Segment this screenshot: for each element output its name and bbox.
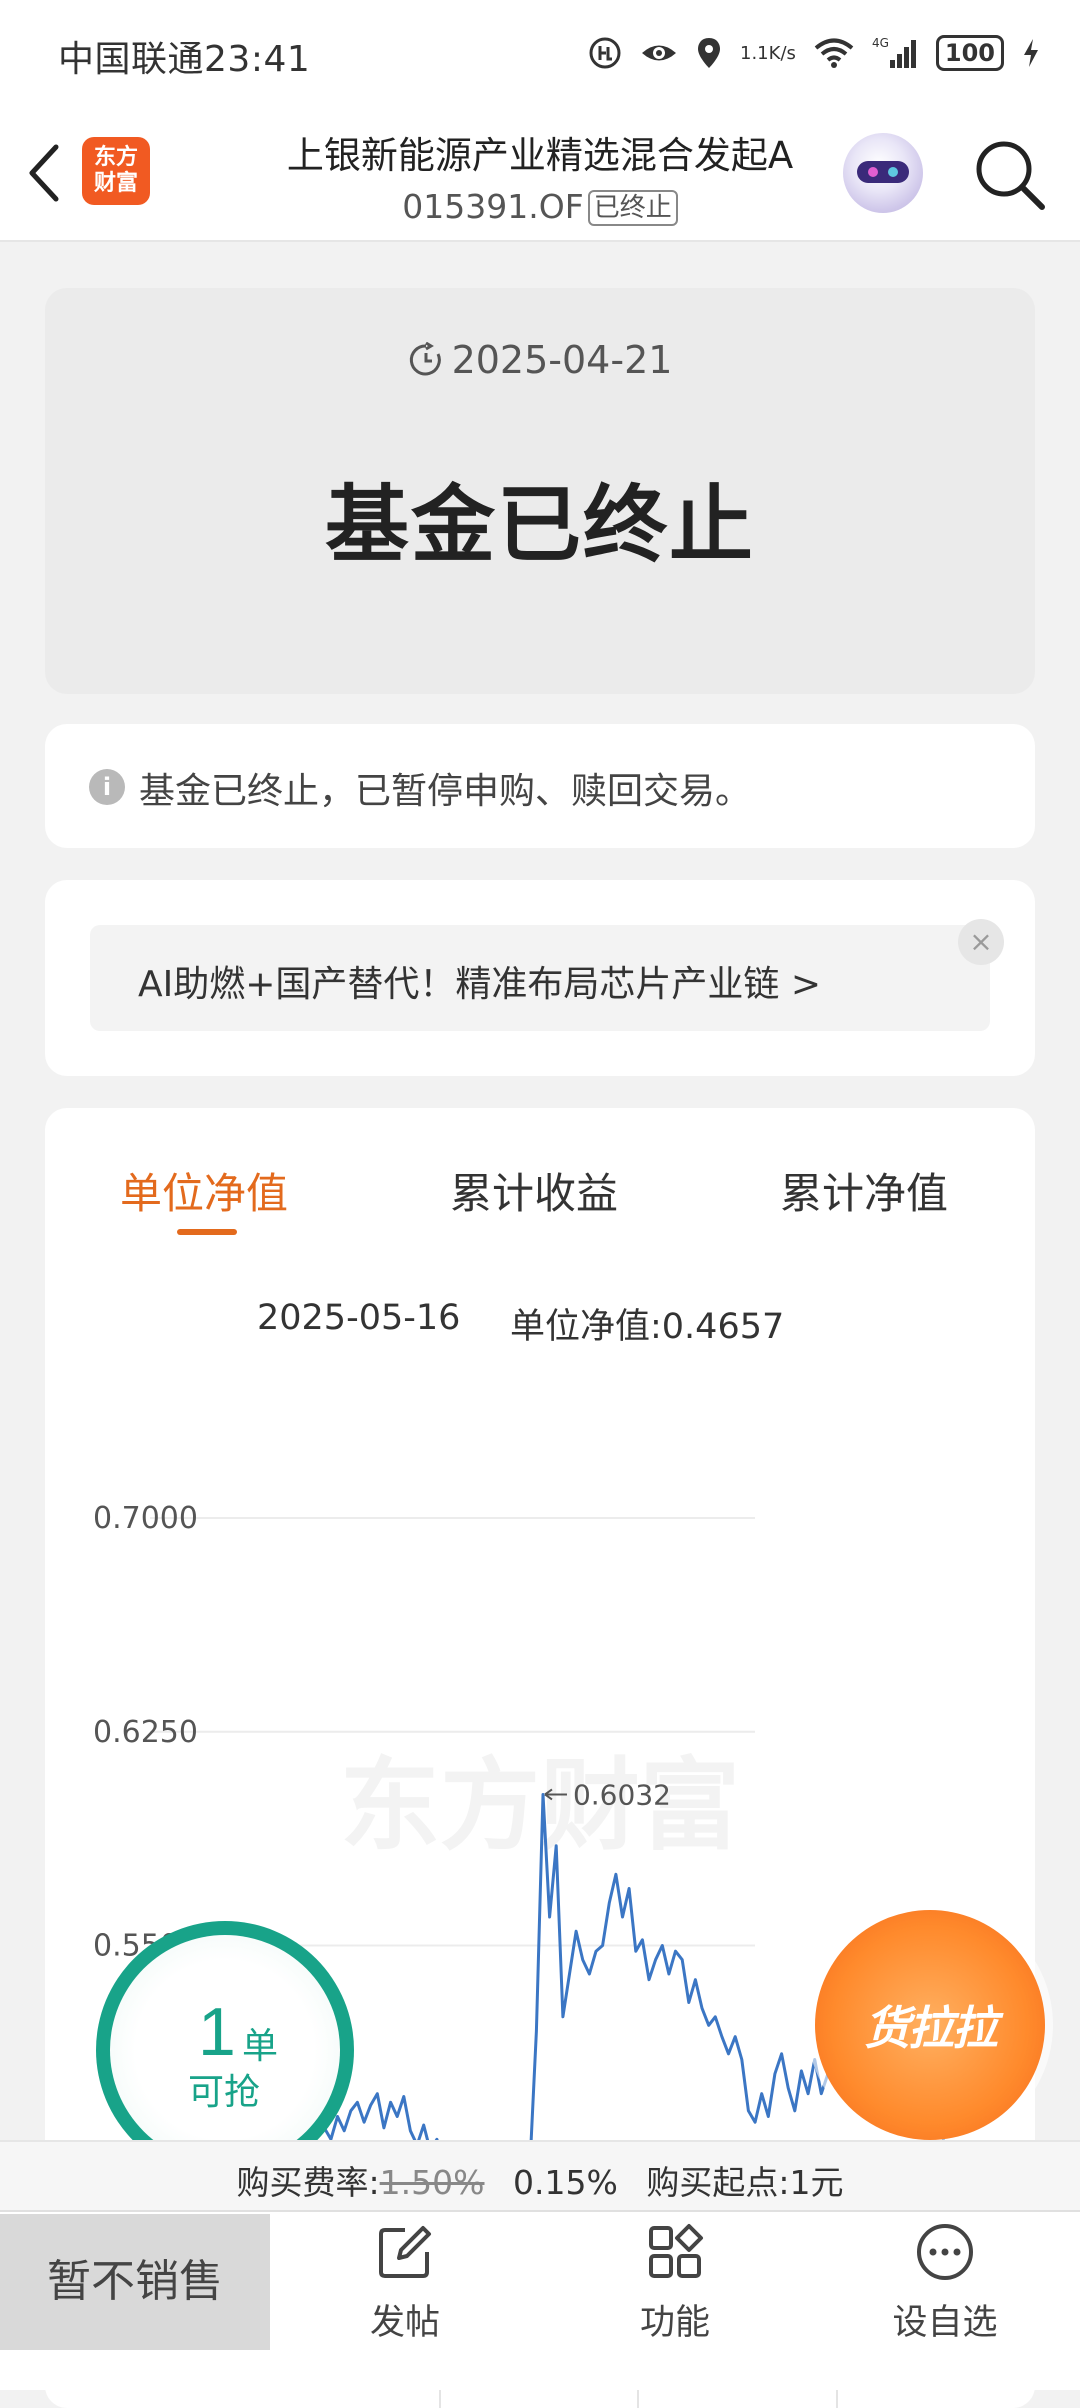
fund-code-row: 015391.OF 已终止 (250, 187, 830, 226)
chart-watermark: 东方财富 (340, 1747, 740, 1864)
status-icons: 1.1 K/s 4G 100 (588, 30, 1040, 76)
grab-order-inner: 1 单 可抢 (110, 1935, 340, 2165)
ad-banner[interactable]: AI助燃+国产替代！精准布局芯片产业链 > × (90, 919, 1004, 1031)
grab-order-label: 可抢 (188, 2072, 261, 2113)
tab-cumulative-nav[interactable]: 累计净值 (780, 1160, 948, 1221)
y-tick-label: 0.7000 (93, 1501, 198, 1536)
more-dots-icon (915, 2222, 975, 2282)
status-bar: 中国联通23:41 1.1 K/s 4G 100 (0, 0, 1080, 105)
carrier-time: 中国联通23:41 (58, 30, 310, 82)
notice-text: 基金已终止，已暂停申购、赎回交易。 (139, 771, 752, 812)
location-icon (696, 36, 722, 70)
terminated-date: 2025-04-21 (451, 338, 673, 382)
watchlist-label: 设自选 (892, 2303, 998, 2343)
fund-code: 015391.OF (402, 187, 584, 226)
fee-label: 购买费率: (236, 2163, 380, 2202)
apps-grid-icon (645, 2222, 705, 2282)
signal-label: 4G (872, 36, 889, 50)
terminated-date-row: 2025-04-21 (45, 338, 1035, 382)
edit-icon (375, 2222, 435, 2282)
back-button[interactable] (20, 143, 70, 203)
net-speed-unit: K/s (768, 42, 796, 64)
not-for-sale-button[interactable]: 暂不销售 (0, 2214, 270, 2350)
search-button[interactable] (972, 137, 1048, 213)
back-arrow-icon (29, 144, 59, 202)
logo-line2: 财富 (93, 171, 138, 196)
lalamove-logo-text: 货拉拉 (864, 2001, 998, 2055)
eye-icon (640, 38, 678, 68)
network-speed: 1.1 K/s (740, 44, 796, 63)
status-tag: 已终止 (587, 190, 678, 226)
active-tab-indicator (177, 1229, 237, 1235)
notice-card: i 基金已终止，已暂停申购、赎回交易。 (45, 724, 1035, 848)
y-tick-label: 0.6250 (93, 1715, 198, 1750)
max-value-label: 0.6032 (573, 1778, 671, 1811)
fee-bar: 购买费率:1.50% 0.15% 购买起点:1元 (0, 2140, 1080, 2212)
eastmoney-logo[interactable]: 东方 财富 (82, 137, 150, 205)
fee-row: 购买费率:1.50% 0.15% 购买起点:1元 (0, 2156, 1080, 2204)
clock-icon (409, 341, 441, 376)
battery-icon: 100 (935, 35, 1004, 71)
ai-assistant-avatar[interactable] (843, 133, 923, 213)
post-button[interactable]: 发帖 (315, 2222, 495, 2345)
x-axis-ticks (439, 2388, 838, 2408)
add-watchlist-button[interactable]: 设自选 (855, 2222, 1035, 2345)
net-speed-value: 1.1 (740, 42, 769, 64)
terminated-title: 基金已终止 (324, 476, 755, 574)
functions-label: 功能 (639, 2303, 710, 2343)
functions-button[interactable]: 功能 (585, 2222, 765, 2345)
grab-order-unit: 单 (242, 2026, 279, 2067)
search-icon (976, 141, 1045, 210)
clock: 23:41 (204, 39, 311, 80)
min-purchase: 购买起点:1元 (646, 2163, 844, 2202)
battery-level: 100 (944, 39, 995, 67)
tab-cumulative-return[interactable]: 累计收益 (450, 1160, 618, 1221)
lalamove-ad-badge[interactable]: 货拉拉 (815, 1910, 1045, 2140)
carrier-label: 中国联通 (58, 39, 205, 80)
tab-unit-nav[interactable]: 单位净值 (120, 1160, 288, 1221)
bottom-nav: 暂不销售 发帖 功能 设自选 (0, 2210, 1080, 2390)
cellular-signal-icon: 4G (872, 36, 918, 70)
ad-text: AI助燃+国产替代！精准布局芯片产业链 > (138, 964, 822, 1005)
fee-original: 1.50% (379, 2163, 485, 2202)
wifi-icon (814, 37, 854, 69)
app-header: 东方 财富 上银新能源产业精选混合发起A 015391.OF 已终止 (0, 105, 1080, 242)
fund-name: 上银新能源产业精选混合发起A (286, 134, 794, 177)
charging-icon (1022, 38, 1040, 68)
ad-card: AI助燃+国产替代！精准布局芯片产业链 > × (45, 880, 1035, 1076)
close-icon[interactable]: × (958, 919, 1004, 965)
chart-nav-value: 单位净值:0.4657 (510, 1307, 785, 1347)
logo-line1: 东方 (93, 145, 138, 170)
info-icon: i (89, 769, 125, 805)
terminated-card: 2025-04-21 基金已终止 (45, 288, 1035, 694)
chart-date: 2025-05-16 (257, 1298, 461, 1338)
robot-icon (857, 161, 909, 183)
post-label: 发帖 (369, 2303, 440, 2343)
fee-discount: 0.15% (513, 2163, 618, 2202)
grab-order-count: 1 (198, 1994, 236, 2070)
hd-call-icon (588, 36, 622, 70)
